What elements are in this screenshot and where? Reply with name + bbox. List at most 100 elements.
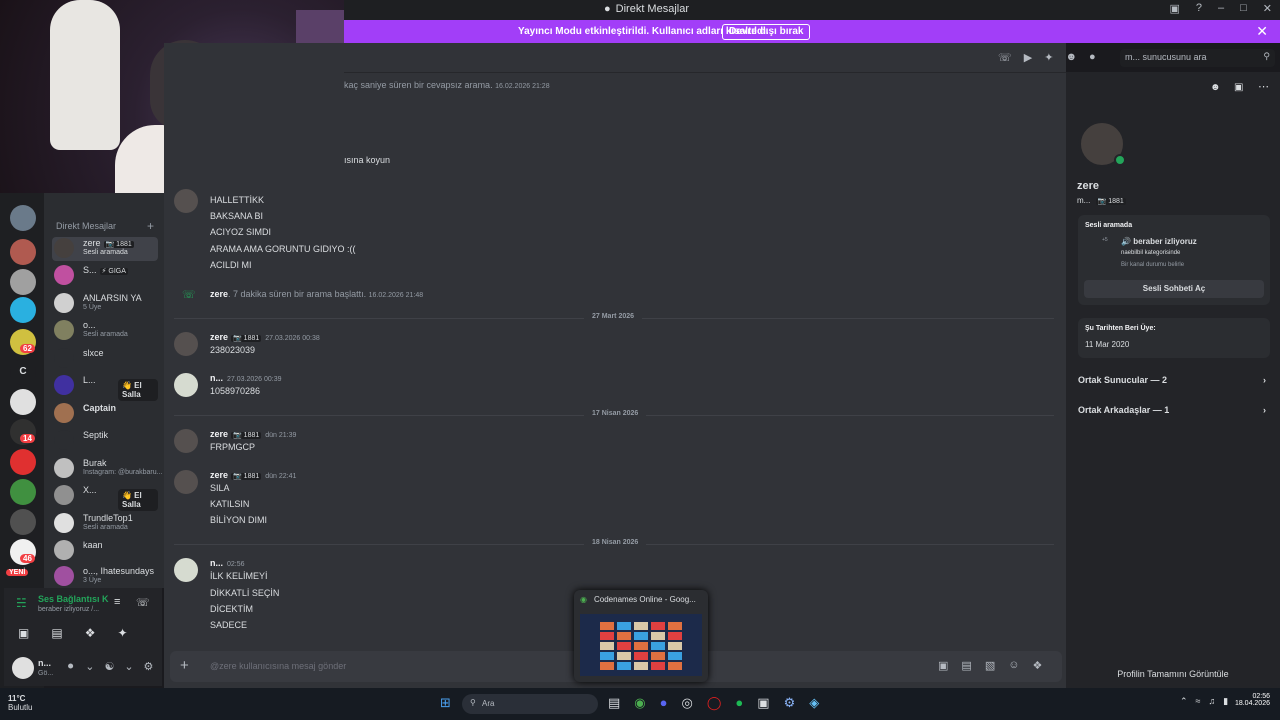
dm-item[interactable]: o..., Ihatesundays 3 Üye (52, 565, 158, 589)
server-icon[interactable] (10, 269, 36, 295)
taskbar-preview-popup[interactable]: ◉ Codenames Online - Goog... (574, 590, 708, 682)
spotify-icon[interactable]: ● (735, 695, 743, 711)
add-friend-icon[interactable]: ☻ (1210, 82, 1221, 93)
volume-icon[interactable]: ♫ (1209, 696, 1216, 707)
weather-widget[interactable]: 11°C Bulutlu (8, 694, 32, 712)
wifi-icon[interactable]: ≈ (1196, 696, 1201, 707)
close-window-button[interactable]: ✕ (1263, 2, 1272, 15)
battery-icon[interactable]: ▮ (1223, 696, 1228, 707)
discord-icon[interactable]: ● (660, 695, 668, 711)
server-icon[interactable] (10, 297, 36, 323)
emoji-icon[interactable]: ☺ (1008, 659, 1019, 672)
search-input[interactable]: m... sunucusunu ara ⚲ (1120, 49, 1275, 67)
dm-item[interactable]: o... Sesli aramada (52, 319, 158, 343)
more-icon[interactable]: ⋯ (1258, 80, 1269, 93)
inbox-icon[interactable]: ▣ (1169, 2, 1179, 15)
avatar[interactable] (12, 657, 34, 679)
dm-item[interactable]: X... 👋 El Salla (52, 484, 158, 511)
banner-close-icon[interactable]: ✕ (1256, 23, 1268, 40)
view-full-profile-link[interactable]: Profilin Tamamını Görüntüle (1066, 669, 1280, 679)
app-icon[interactable]: ⚙ (784, 695, 796, 711)
help-icon[interactable]: ? (1196, 2, 1202, 15)
avatar[interactable] (174, 429, 198, 453)
chevron-up-icon[interactable]: ⌃ (1180, 696, 1188, 707)
gif-icon[interactable]: ▤ (961, 659, 971, 672)
maximize-button[interactable]: □ (1240, 2, 1247, 15)
gift-icon[interactable]: ▣ (938, 659, 948, 672)
avatar[interactable] (174, 332, 198, 356)
voice-channel-name[interactable]: beraber izliyoruz (1133, 237, 1197, 246)
add-friend-icon[interactable]: ☻ (1065, 51, 1077, 64)
server-icon[interactable] (10, 479, 36, 505)
dm-item[interactable]: S... ⚡ GIGA (52, 264, 158, 288)
wave-button[interactable]: 👋 El Salla (118, 379, 158, 401)
mutual-friends-row[interactable]: Ortak Arkadaşlar — 1 › (1078, 405, 1270, 415)
dm-item[interactable]: kaan (52, 539, 158, 563)
server-icon[interactable] (10, 205, 36, 231)
author-name[interactable]: n... (210, 558, 223, 568)
join-voice-button[interactable]: Sesli Sohbeti Aç (1084, 280, 1264, 298)
obs-icon[interactable]: ◎ (682, 695, 693, 711)
dm-item[interactable]: TrundleTop1 Sesli aramada (52, 512, 158, 536)
camera-off-icon[interactable]: ▣ (18, 626, 29, 640)
file-explorer-icon[interactable]: ▤ (608, 695, 620, 711)
activity-icon[interactable]: ❖ (85, 626, 96, 640)
headphones-icon[interactable]: ☯ (104, 660, 114, 673)
wave-button[interactable]: 👋 El Salla (118, 489, 158, 511)
terminal-icon[interactable]: ▣ (757, 695, 769, 711)
start-icon[interactable]: ⊞ (440, 695, 451, 711)
profile-icon[interactable]: ● (1089, 51, 1096, 64)
chevron-down-icon[interactable]: ⌄ (85, 660, 94, 673)
attach-plus-icon[interactable]: + (180, 657, 189, 674)
apps-icon[interactable]: ❖ (1032, 659, 1042, 672)
set-status-link[interactable]: Bir kanal durumu belirle (1121, 262, 1184, 268)
pin-icon[interactable]: ✦ (1044, 51, 1053, 64)
video-call-icon[interactable]: ▶ (1024, 51, 1032, 64)
minimize-button[interactable]: – (1218, 2, 1224, 15)
caller-name[interactable]: zere (210, 289, 228, 299)
server-letter-icon[interactable]: C (10, 359, 36, 385)
clock[interactable]: 02:56 18.04.2026 (1235, 693, 1270, 707)
microphone-icon[interactable]: ⚫ (66, 660, 75, 673)
disconnect-icon[interactable]: ☏ (136, 596, 150, 609)
message-line: DİCEKTİM (210, 604, 254, 614)
dm-item[interactable]: Captain (52, 402, 158, 426)
author-name[interactable]: zere (210, 429, 228, 439)
server-icon[interactable] (10, 239, 36, 265)
avatar[interactable] (174, 558, 198, 582)
date-divider: 18 Nisan 2026 (174, 539, 1054, 546)
opera-icon[interactable]: ◯ (707, 695, 722, 711)
avatar[interactable] (174, 373, 198, 397)
avatar[interactable] (174, 189, 198, 213)
author-name[interactable]: zere (210, 470, 228, 480)
disable-streamer-mode-button[interactable]: Devre dışı bırak (722, 24, 811, 40)
server-icon[interactable] (10, 509, 36, 535)
preview-thumbnail[interactable] (580, 614, 702, 676)
voice-channel[interactable]: beraber izliyoruz /... (38, 606, 99, 613)
message-line: İLK KELİMEYİ (210, 571, 268, 581)
dm-item[interactable]: L... 👋 El Salla (52, 374, 158, 401)
chevron-down-icon[interactable]: ⌄ (124, 660, 133, 673)
steam-icon[interactable]: ◈ (809, 695, 819, 711)
dm-item[interactable]: slxce (52, 347, 158, 371)
server-icon[interactable] (10, 449, 36, 475)
sticker-icon[interactable]: ▧ (985, 659, 995, 672)
settings-icon[interactable]: ⚙ (144, 660, 154, 673)
dm-item[interactable]: Septik (52, 429, 158, 453)
soundboard-icon[interactable]: ✦ (117, 626, 127, 640)
author-name[interactable]: zere (210, 332, 228, 342)
dm-item[interactable]: ANLARSIN YA 5 Üye (52, 292, 158, 316)
author-name[interactable]: n... (210, 373, 223, 383)
dm-item[interactable]: Burak Instagram: @burakbaru... (52, 457, 162, 481)
screen-share-icon[interactable]: ▤ (51, 626, 62, 640)
taskbar-search[interactable]: ⚲ Ara (462, 694, 598, 714)
avatar[interactable] (174, 470, 198, 494)
server-icon[interactable] (10, 389, 36, 415)
dm-item-zere[interactable]: zere 📷 1881 Sesli aramada (52, 237, 158, 261)
chrome-icon[interactable]: ◉ (634, 695, 645, 711)
voice-call-icon[interactable]: ☏ (998, 51, 1012, 64)
noise-icon[interactable]: ≡ (114, 596, 120, 608)
mutual-servers-row[interactable]: Ortak Sunucular — 2 › (1078, 375, 1270, 385)
gift-icon[interactable]: ▣ (1234, 82, 1243, 93)
new-dm-icon[interactable]: + (147, 219, 154, 233)
